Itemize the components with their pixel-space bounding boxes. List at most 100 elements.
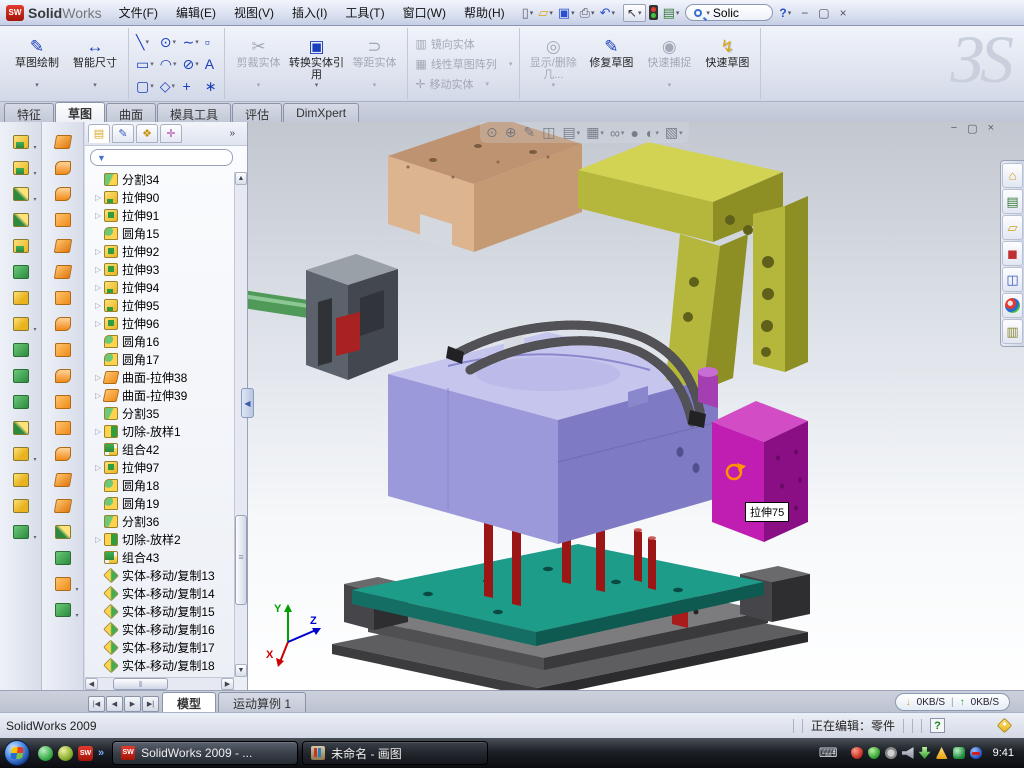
command-row[interactable]: ✛移动实体▾	[413, 75, 514, 93]
menu-item[interactable]: 文件(F)	[110, 0, 167, 25]
tree-item[interactable]: 圆角15	[95, 224, 233, 242]
select-tool-button[interactable]: ↖▾	[623, 4, 646, 22]
expand-arrow-icon[interactable]: ▷	[95, 535, 104, 544]
panel-splitter-handle[interactable]: ◀	[241, 388, 254, 418]
command-row[interactable]: ▥镜向实体	[413, 35, 514, 53]
tray-icon[interactable]	[885, 747, 897, 759]
tags-icon[interactable]	[997, 718, 1013, 734]
tree-item[interactable]: 实体-移动/复制13	[95, 566, 233, 584]
ribbon-tab[interactable]: 评估	[232, 103, 282, 122]
model-tab[interactable]: 运动算例 1	[218, 692, 306, 712]
tree-vertical-scrollbar[interactable]: ▲ ▼	[234, 172, 247, 677]
tab-nav-button[interactable]: ▶|	[142, 696, 159, 712]
ribbon-tab[interactable]: 草图	[55, 102, 105, 122]
search-dropdown-caret[interactable]: ▾	[706, 9, 710, 17]
panel-tab[interactable]: ▤	[88, 124, 110, 143]
expand-arrow-icon[interactable]: ▷	[95, 247, 104, 256]
tree-item[interactable]: ▷ 拉伸97	[95, 458, 233, 476]
surface-tool-button[interactable]	[46, 130, 80, 153]
assembly-3d-view[interactable]	[248, 122, 1024, 690]
scroll-up-arrow[interactable]: ▲	[235, 172, 247, 185]
tree-item[interactable]: ▷ 拉伸92	[95, 242, 233, 260]
panel-tab[interactable]: ✎	[112, 124, 134, 143]
menu-item[interactable]: 编辑(E)	[167, 0, 225, 25]
input-language-icon[interactable]: ⌨	[819, 745, 838, 761]
tree-item[interactable]: 实体-移动/复制18	[95, 656, 233, 674]
surface-tool-button[interactable]: ▾	[46, 572, 80, 595]
tree-item[interactable]: 实体-移动/复制16	[95, 620, 233, 638]
panel-chevron[interactable]: »	[229, 128, 245, 139]
task-pane-button[interactable]: ◼	[1002, 241, 1023, 266]
tree-item[interactable]: 分割35	[95, 404, 233, 422]
panel-tab[interactable]: ✛	[160, 124, 182, 143]
surface-tool-button[interactable]	[46, 416, 80, 439]
tree-item[interactable]: ▷ 拉伸94	[95, 278, 233, 296]
tree-item[interactable]: 分割36	[95, 512, 233, 530]
scroll-thumb[interactable]	[113, 678, 168, 690]
scroll-left-arrow[interactable]: ◀	[85, 678, 98, 690]
quicklaunch-chevron-icon[interactable]: »	[98, 747, 104, 759]
feature-tool-button[interactable]: ▾	[4, 442, 38, 465]
tree-item[interactable]: ▷ 拉伸95	[95, 296, 233, 314]
tray-icon[interactable]	[936, 747, 948, 759]
quick-tips-help-button[interactable]: ?	[930, 718, 945, 733]
feature-tool-button[interactable]: ▾	[4, 182, 38, 205]
sketch-entity-button[interactable]: ╲▾	[134, 31, 156, 53]
sketch-entity-button[interactable]: ◇▾	[158, 75, 179, 97]
command-button[interactable]: ◉快速捕捉▾	[641, 30, 697, 98]
tray-icon[interactable]	[902, 747, 914, 759]
task-pane-button[interactable]: ◫	[1002, 267, 1023, 292]
surface-tool-button[interactable]	[46, 338, 80, 361]
taskbar-clock[interactable]: 9:41	[993, 747, 1014, 759]
tree-item[interactable]: ▷ 拉伸90	[95, 188, 233, 206]
tray-icon[interactable]	[851, 747, 863, 759]
feature-tool-button[interactable]	[4, 286, 38, 309]
tab-nav-button[interactable]: ◀	[106, 696, 123, 712]
graphics-viewport[interactable]: ⊙⊕✎◫▤▾▦▾∞▾●◐▾▧▾ − ▢ × ⌂▤▱◼◫▥ 拉伸75	[248, 122, 1024, 690]
surface-tool-button[interactable]	[46, 182, 80, 205]
command-button[interactable]: ✎修复草图	[583, 30, 639, 98]
tray-icon[interactable]	[970, 747, 982, 759]
sketch-entity-button[interactable]: ⊘▾	[180, 53, 200, 75]
model-tab[interactable]: 模型	[162, 692, 216, 712]
sketch-entity-button[interactable]: ∼▾	[180, 31, 200, 53]
expand-arrow-icon[interactable]: ▷	[95, 427, 104, 436]
tree-item[interactable]: 实体-移动/复制17	[95, 638, 233, 656]
tree-horizontal-scrollbar[interactable]: ◀ ▶	[85, 677, 234, 690]
sketch-entity-button[interactable]: A	[203, 53, 220, 75]
feature-tool-button[interactable]	[4, 234, 38, 257]
feature-tool-button[interactable]	[4, 338, 38, 361]
tree-item[interactable]: 组合42	[95, 440, 233, 458]
feature-tool-button[interactable]	[4, 208, 38, 231]
rebuild-button[interactable]	[647, 3, 660, 22]
view-tool-button[interactable]: ⊕	[503, 123, 520, 142]
sketch-entity-button[interactable]: ◠▾	[158, 53, 179, 75]
ribbon-tab[interactable]: DimXpert	[283, 103, 359, 122]
surface-tool-button[interactable]	[46, 442, 80, 465]
tree-item[interactable]: 圆角18	[95, 476, 233, 494]
surface-tool-button[interactable]: ▾	[46, 598, 80, 621]
tree-item[interactable]: ▷ 拉伸93	[95, 260, 233, 278]
sketch-entity-button[interactable]: ▭▾	[134, 53, 156, 75]
tree-item[interactable]: 实体-移动/复制14	[95, 584, 233, 602]
view-tool-button[interactable]: ▤▾	[560, 123, 582, 142]
tree-item[interactable]: 组合43	[95, 548, 233, 566]
ribbon-tab[interactable]: 模具工具	[157, 103, 231, 122]
task-pane-button[interactable]: ▱	[1002, 215, 1023, 240]
surface-tool-button[interactable]	[46, 260, 80, 283]
menu-item[interactable]: 帮助(H)	[455, 0, 514, 25]
sketch-entity-button[interactable]: +	[180, 75, 200, 97]
menu-item[interactable]: 工具(T)	[336, 0, 393, 25]
sketch-entity-button[interactable]: ▫	[203, 31, 220, 53]
surface-tool-button[interactable]	[46, 390, 80, 413]
quick-tool-button[interactable]: ▯▾	[520, 4, 536, 21]
tree-item[interactable]: 圆角17	[95, 350, 233, 368]
command-button[interactable]: ▣转换实体引用▾	[288, 30, 344, 98]
expand-arrow-icon[interactable]: ▷	[95, 211, 104, 220]
feature-tool-button[interactable]	[4, 494, 38, 517]
tree-filter-box[interactable]: ▼	[90, 149, 233, 166]
expand-arrow-icon[interactable]: ▷	[95, 193, 104, 202]
tree-item[interactable]: ▷ 曲面-拉伸39	[95, 386, 233, 404]
scroll-right-arrow[interactable]: ▶	[221, 678, 234, 690]
tree-item[interactable]: ▷ 切除-放样2	[95, 530, 233, 548]
